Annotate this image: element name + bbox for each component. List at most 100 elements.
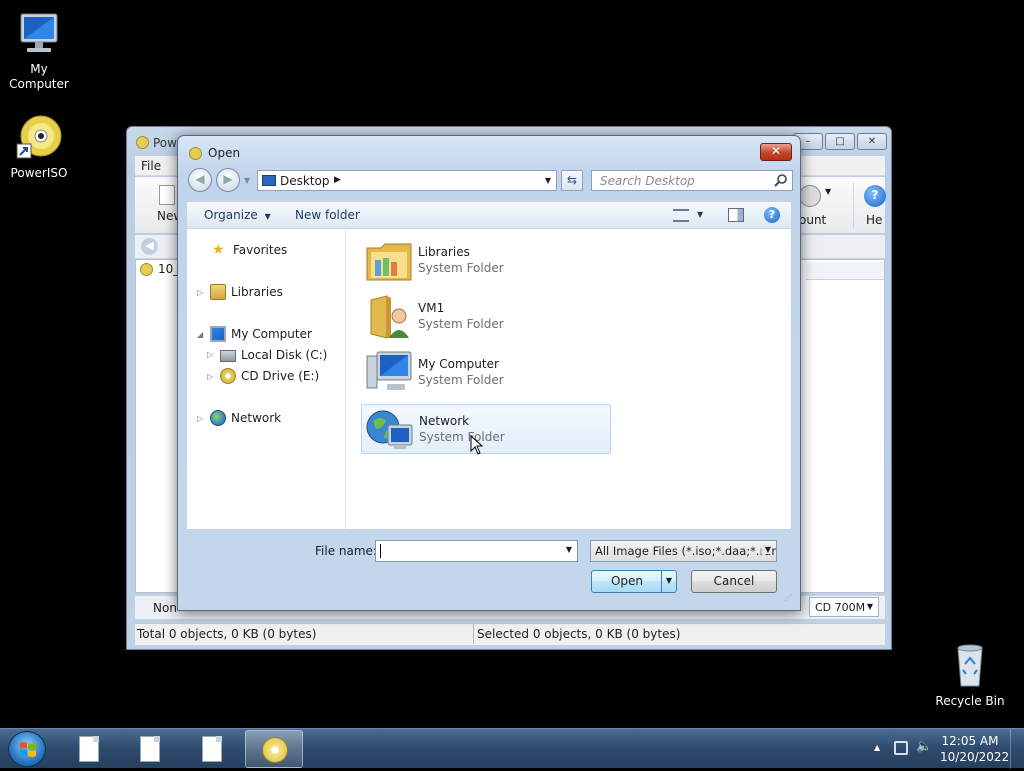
clock-time: 12:05 AM — [941, 734, 999, 748]
nav-label: Local Disk (C:) — [241, 347, 328, 362]
media-size-select[interactable]: CD 700M — [809, 597, 879, 617]
status-selected: Selected 0 objects, 0 KB (0 bytes) — [477, 627, 681, 641]
breadcrumb-arrow-icon[interactable]: ▶ — [334, 175, 341, 185]
dialog-footer: File name: ▼ All Image Files (*.iso;*.da… — [186, 530, 792, 602]
refresh-button[interactable]: ⇆ — [561, 170, 583, 191]
computer-icon — [365, 350, 413, 396]
desktop-icon-label: Recycle Bin — [935, 694, 1005, 708]
search-placeholder: Search Desktop — [600, 174, 695, 188]
address-dropdown-icon[interactable]: ▼ — [545, 176, 551, 185]
back-button[interactable]: ◀ — [188, 168, 212, 192]
item-type: System Folder — [418, 317, 504, 331]
chevron-down-icon[interactable]: ▼ — [566, 545, 572, 554]
mount-button-label: ount — [799, 213, 827, 227]
nav-local-disk[interactable]: ▷ Local Disk (C:) — [207, 347, 327, 362]
show-desktop-button[interactable] — [1010, 729, 1024, 769]
file-type-select[interactable]: All Image Files (*.iso;*.daa;*.rar; ▼ — [590, 540, 777, 562]
nav-label: My Computer — [231, 327, 312, 341]
help-button[interactable]: ? He — [853, 183, 886, 229]
expand-arrow-icon[interactable]: ▷ — [197, 414, 205, 423]
list-item-libraries[interactable]: Libraries System Folder — [361, 236, 611, 286]
window-controls: – □ ✕ — [793, 133, 887, 150]
menu-file[interactable]: File — [141, 159, 161, 173]
recent-pages-icon[interactable]: ▼ — [244, 176, 250, 185]
disc-icon — [140, 262, 153, 276]
dialog-title: Open — [208, 146, 241, 160]
nav-libraries[interactable]: ▷ Libraries — [197, 284, 283, 300]
dialog-body: ★ Favorites ▷ Libraries ◢ My Computer ▷ … — [186, 229, 792, 530]
network-icon — [210, 410, 226, 426]
list-item-my-computer[interactable]: My Computer System Folder — [361, 348, 611, 398]
taskbar-button-document-2[interactable] — [121, 730, 179, 768]
preview-pane-icon[interactable] — [728, 208, 744, 222]
disc-icon — [189, 146, 202, 160]
nav-my-computer[interactable]: ◢ My Computer — [197, 326, 312, 342]
recycle-bin-icon — [946, 642, 994, 690]
help-icon[interactable]: ? — [764, 207, 780, 223]
nav-cd-drive[interactable]: ▷ CD Drive (E:) — [207, 368, 319, 384]
show-hidden-icons-icon[interactable]: ▲ — [874, 743, 880, 752]
view-options-icon[interactable] — [673, 209, 689, 222]
list-item-vm1[interactable]: VM1 System Folder — [361, 292, 611, 342]
collapse-arrow-icon[interactable]: ◢ — [197, 330, 205, 339]
tree-item[interactable]: 10_ — [140, 262, 179, 276]
desktop-icon-my-computer[interactable]: My Computer — [1, 10, 77, 92]
desktop-icon-label: PowerISO — [10, 166, 68, 180]
app-icon — [136, 136, 149, 149]
dialog-titlebar: Open — [189, 146, 240, 160]
dialog-close-button[interactable]: ✕ — [760, 143, 792, 161]
help-button-label: He — [866, 213, 883, 227]
new-folder-button[interactable]: New folder — [295, 208, 360, 222]
forward-button[interactable]: ▶ — [216, 168, 240, 192]
window-title: Pow — [153, 136, 177, 150]
text-caret — [380, 544, 381, 558]
open-dialog[interactable]: Open ✕ ◀ ▶ ▼ Desktop ▶ ▼ ⇆ Search Deskto… — [177, 135, 801, 611]
desktop-icon-recycle-bin[interactable]: Recycle Bin — [932, 642, 1008, 709]
item-name: Network — [419, 414, 470, 428]
maximize-button[interactable]: □ — [825, 133, 855, 150]
close-button[interactable]: ✕ — [857, 133, 887, 150]
network-tray-icon[interactable] — [894, 741, 908, 755]
cd-drive-icon — [220, 368, 236, 384]
navigation-pane: ★ Favorites ▷ Libraries ◢ My Computer ▷ … — [187, 229, 346, 529]
taskbar-button-document-1[interactable] — [60, 730, 118, 768]
taskbar-button-document-3[interactable] — [183, 730, 241, 768]
expand-arrow-icon[interactable]: ▷ — [207, 350, 215, 359]
start-button[interactable] — [8, 731, 46, 767]
column-header[interactable] — [806, 262, 884, 280]
volume-icon[interactable]: 🔈 — [916, 739, 932, 754]
clock[interactable]: 12:05 AM 10/20/2022 — [940, 733, 1009, 765]
cancel-button[interactable]: Cancel — [691, 570, 777, 593]
address-bar[interactable]: Desktop ▶ ▼ — [257, 170, 557, 191]
open-split-dropdown-icon[interactable]: ▼ — [661, 571, 676, 592]
taskbar-button-poweriso[interactable] — [245, 730, 303, 768]
taskbar: ▲ 🔈 12:05 AM 10/20/2022 — [0, 728, 1024, 769]
organize-button[interactable]: Organize ▼ — [204, 208, 271, 222]
nav-label: Favorites — [233, 243, 288, 257]
nav-label: Libraries — [231, 285, 283, 299]
mouse-cursor-icon — [470, 434, 484, 458]
nav-favorites[interactable]: ★ Favorites — [199, 242, 287, 258]
resize-grip-icon[interactable]: ⋰ — [784, 593, 792, 602]
desktop-icon-label: My Computer — [9, 62, 69, 91]
search-input[interactable]: Search Desktop — [591, 170, 793, 191]
file-type-value: All Image Files (*.iso;*.daa;*.rar; — [595, 544, 777, 558]
drive-icon — [220, 350, 236, 362]
item-name: VM1 — [418, 301, 445, 315]
item-type: System Folder — [418, 261, 504, 275]
chevron-down-icon[interactable]: ▼ — [697, 210, 703, 219]
help-icon: ? — [864, 185, 886, 207]
address-text: Desktop — [280, 174, 330, 188]
list-item-network[interactable]: Network System Folder — [361, 404, 611, 454]
file-name-input[interactable]: ▼ — [375, 540, 578, 562]
nav-network[interactable]: ▷ Network — [197, 410, 281, 426]
open-button[interactable]: Open ▼ — [591, 570, 677, 593]
status-divider — [473, 624, 474, 644]
new-document-icon — [159, 185, 175, 205]
desktop-icon — [262, 175, 276, 186]
expand-arrow-icon[interactable]: ▷ — [197, 288, 205, 297]
expand-arrow-icon[interactable]: ▷ — [207, 372, 215, 381]
desktop-icon-poweriso[interactable]: PowerISO — [1, 114, 77, 181]
back-arrow-icon[interactable]: ◀ — [141, 238, 158, 255]
open-button-label: Open — [610, 574, 644, 588]
